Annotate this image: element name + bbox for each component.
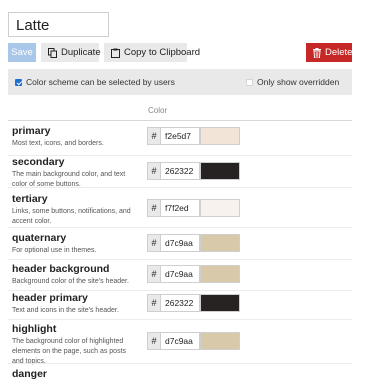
hash-prefix: # — [147, 332, 161, 350]
color-picker[interactable]: # f2e5d7 — [147, 127, 240, 145]
color-name: quaternary — [12, 232, 67, 244]
save-button-label: Save — [11, 47, 33, 58]
hash-prefix: # — [147, 162, 161, 180]
color-name: danger — [12, 368, 48, 380]
row-divider — [8, 319, 352, 320]
color-row-danger: danger — [8, 368, 352, 388]
color-description: Text and icons in the site's header. — [12, 307, 119, 314]
color-name: primary — [12, 125, 51, 137]
duplicate-button-label: Duplicate — [61, 47, 101, 58]
clipboard-icon — [111, 48, 120, 58]
row-divider — [8, 259, 352, 260]
hash-prefix: # — [147, 265, 161, 283]
color-name: header primary — [12, 292, 88, 304]
color-name: secondary — [12, 156, 65, 168]
color-column-header: Color — [148, 106, 168, 115]
color-description: Links, some buttons, notifications, and … — [12, 208, 131, 225]
row-divider — [8, 227, 352, 228]
delete-button-label: Delete — [325, 47, 353, 58]
scheme-name-input[interactable]: Latte — [8, 12, 109, 37]
color-row-tertiary: tertiary Links, some buttons, notificati… — [8, 193, 352, 228]
copy-to-clipboard-button[interactable]: Copy to Clipboard — [104, 43, 200, 62]
save-button[interactable]: Save — [8, 43, 36, 62]
hash-prefix: # — [147, 199, 161, 217]
user-selectable-option[interactable]: Color scheme can be selected by users — [15, 69, 175, 95]
color-swatch[interactable] — [200, 332, 240, 350]
color-swatch[interactable] — [200, 127, 240, 145]
trash-icon — [313, 47, 321, 58]
color-swatch[interactable] — [200, 199, 240, 217]
only-overridden-checkbox[interactable] — [246, 78, 253, 86]
color-name: header background — [12, 263, 110, 275]
color-name: highlight — [12, 323, 57, 335]
row-divider — [8, 290, 352, 291]
row-divider — [8, 363, 352, 364]
hex-input[interactable]: d7c9aa — [161, 332, 200, 350]
user-selectable-checkbox[interactable] — [15, 78, 22, 86]
color-row-quaternary: quaternary For optional use in themes. #… — [8, 232, 352, 260]
color-picker[interactable]: # f7f2ed — [147, 199, 240, 217]
color-swatch[interactable] — [200, 294, 240, 312]
hex-input[interactable]: f7f2ed — [161, 199, 200, 217]
color-description: Most text, icons, and borders. — [12, 140, 104, 147]
duplicate-button[interactable]: Duplicate — [41, 43, 101, 62]
color-picker[interactable]: # 262322 — [147, 294, 240, 312]
row-divider — [8, 187, 352, 188]
table-header-divider — [8, 120, 352, 121]
hex-input[interactable]: d7c9aa — [161, 234, 200, 252]
copy-icon — [48, 47, 57, 58]
color-swatch[interactable] — [200, 234, 240, 252]
color-row-header-background: header background Background color of th… — [8, 263, 352, 291]
hash-prefix: # — [147, 294, 161, 312]
color-row-highlight: highlight The background color of highli… — [8, 323, 352, 365]
hex-input[interactable]: 262322 — [161, 294, 200, 312]
hex-input[interactable]: f2e5d7 — [161, 127, 200, 145]
hash-prefix: # — [147, 127, 161, 145]
options-bar: Color scheme can be selected by users On… — [8, 69, 352, 95]
color-picker[interactable]: # 262322 — [147, 162, 240, 180]
color-name: tertiary — [12, 193, 48, 205]
color-picker[interactable]: # d7c9aa — [147, 332, 240, 350]
hex-input[interactable]: d7c9aa — [161, 265, 200, 283]
delete-button[interactable]: Delete — [306, 43, 352, 62]
color-description: For optional use in themes. — [12, 247, 97, 254]
color-picker[interactable]: # d7c9aa — [147, 234, 240, 252]
hex-input[interactable]: 262322 — [161, 162, 200, 180]
only-overridden-option[interactable]: Only show overridden — [246, 69, 339, 95]
color-picker[interactable]: # d7c9aa — [147, 265, 240, 283]
color-row-primary: primary Most text, icons, and borders. #… — [8, 125, 352, 156]
color-swatch[interactable] — [200, 265, 240, 283]
color-row-secondary: secondary The main background color, and… — [8, 156, 352, 188]
only-overridden-label: Only show overridden — [257, 77, 340, 87]
color-description: Background color of the site's header. — [12, 278, 129, 285]
color-swatch[interactable] — [200, 162, 240, 180]
copy-button-label: Copy to Clipboard — [124, 47, 201, 58]
hash-prefix: # — [147, 234, 161, 252]
color-row-header-primary: header primary Text and icons in the sit… — [8, 292, 352, 320]
user-selectable-label: Color scheme can be selected by users — [26, 77, 175, 87]
